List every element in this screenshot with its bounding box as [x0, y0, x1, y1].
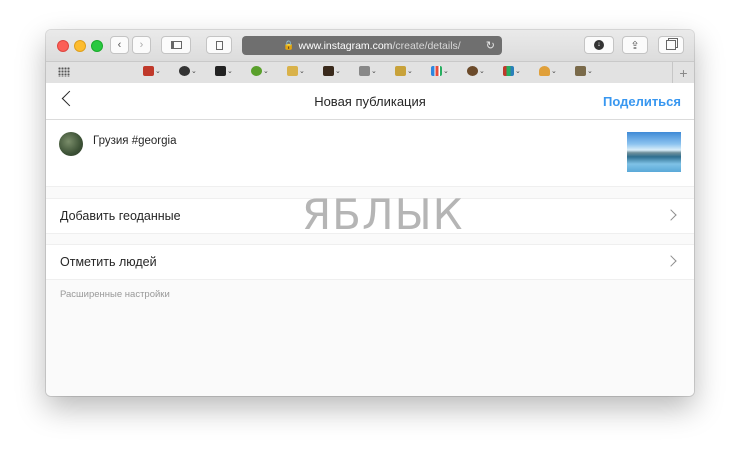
download-icon: ↓: [594, 40, 604, 50]
apple-icon: [251, 66, 262, 76]
home-icon: [575, 66, 586, 76]
zoom-window-button[interactable]: [91, 40, 103, 52]
plus-icon: +: [679, 64, 688, 81]
chevron-down-icon: ⌄: [263, 68, 269, 75]
chevron-left-icon: ‹: [117, 39, 122, 51]
car-icon: [143, 66, 154, 76]
page-title: Новая публикация: [314, 94, 426, 109]
minimize-window-button[interactable]: [74, 40, 86, 52]
tag-people-label: Отметить людей: [60, 255, 157, 269]
money-bag-icon: [395, 66, 406, 76]
film-icon: [215, 66, 226, 76]
reload-icon[interactable]: ↻: [486, 39, 495, 52]
meditation-icon: [539, 66, 550, 76]
caption-input[interactable]: Грузия #georgia: [93, 135, 176, 147]
share-icon: ⇪: [630, 39, 640, 52]
bookmark-folder-home[interactable]: ⌄: [575, 66, 593, 76]
address-bar[interactable]: 🔒 www.instagram.com /create/details/ ↻: [242, 36, 502, 55]
photo-thumbnail: [627, 132, 681, 172]
sidebar-toggle-button[interactable]: [161, 36, 191, 54]
chevron-down-icon: ⌄: [155, 68, 161, 75]
advanced-settings-link[interactable]: Расширенные настройки: [60, 289, 170, 300]
chevron-down-icon: ⌄: [551, 68, 557, 75]
add-location-label: Добавить геоданные: [60, 209, 181, 223]
chevron-down-icon: ⌄: [299, 68, 305, 75]
bookmark-folder-money[interactable]: ⌄: [395, 66, 413, 76]
chevron-down-icon: ⌄: [335, 68, 341, 75]
post-preview: Грузия #georgia: [46, 120, 694, 187]
share-button[interactable]: Поделиться: [603, 94, 681, 109]
tag-people-row[interactable]: Отметить людей: [46, 244, 694, 280]
instagram-page: Новая публикация Поделиться Грузия #geor…: [46, 83, 694, 396]
title-bar: ‹ › 🔒 www.instagram.com /create/details/…: [46, 30, 694, 62]
soccer-icon: [179, 66, 190, 76]
downloads-button[interactable]: ↓: [584, 36, 614, 54]
tabs-overview-button[interactable]: [658, 36, 684, 54]
ig-header: Новая публикация Поделиться: [46, 83, 694, 120]
spy-icon: [467, 66, 478, 76]
chevron-down-icon: ⌄: [407, 68, 413, 75]
bookmark-folder-briefcase[interactable]: ⌄: [323, 66, 341, 76]
chevron-down-icon: ⌄: [191, 68, 197, 75]
bookmark-folder-island[interactable]: ⌄: [287, 66, 305, 76]
bookmark-icon: [215, 40, 223, 50]
reader-button[interactable]: [206, 36, 232, 54]
chevron-down-icon: ⌄: [371, 68, 377, 75]
chevron-down-icon: ⌄: [479, 68, 485, 75]
chevron-right-icon: [665, 255, 677, 267]
bookmark-folder-film[interactable]: ⌄: [215, 66, 233, 76]
chevron-down-icon: ⌄: [227, 68, 233, 75]
url-path: /create/details/: [392, 39, 461, 52]
forward-nav-button[interactable]: ›: [132, 36, 151, 54]
cart-icon: [359, 66, 370, 76]
bookmark-folder-books[interactable]: ⌄: [503, 66, 521, 76]
chart-icon: [431, 66, 442, 76]
island-icon: [287, 66, 298, 76]
bookmark-folder-car[interactable]: ⌄: [143, 66, 161, 76]
bookmarks-bar: ⌄ ⌄ ⌄ ⌄ ⌄ ⌄ ⌄ ⌄ ⌄ ⌄ ⌄ ⌄ ⌄ +: [46, 62, 694, 84]
chevron-down-icon: ⌄: [587, 68, 593, 75]
tabs-icon: [666, 40, 676, 50]
books-icon: [503, 66, 514, 76]
bookmark-folder-apple[interactable]: ⌄: [251, 66, 269, 76]
url-host: www.instagram.com: [298, 39, 393, 52]
new-tab-button[interactable]: +: [672, 62, 694, 83]
briefcase-icon: [323, 66, 334, 76]
bookmark-folder-chart[interactable]: ⌄: [431, 66, 449, 76]
lock-icon: 🔒: [283, 40, 295, 50]
bookmark-folder-spy[interactable]: ⌄: [467, 66, 485, 76]
bookmark-folder-cart[interactable]: ⌄: [359, 66, 377, 76]
chevron-down-icon: ⌄: [443, 68, 449, 75]
chevron-right-icon: [665, 209, 677, 221]
back-nav-button[interactable]: ‹: [110, 36, 129, 54]
avatar: [59, 132, 83, 156]
sidebar-icon: [170, 41, 182, 49]
share-sheet-button[interactable]: ⇪: [622, 36, 648, 54]
close-window-button[interactable]: [57, 40, 69, 52]
chevron-down-icon: ⌄: [515, 68, 521, 75]
bookmark-folder-soccer[interactable]: ⌄: [179, 66, 197, 76]
watermark-logo: ЯБЛЫК: [302, 190, 464, 239]
chevron-right-icon: ›: [139, 39, 144, 51]
grid-icon[interactable]: [58, 67, 70, 77]
bookmark-folder-meditation[interactable]: ⌄: [539, 66, 557, 76]
